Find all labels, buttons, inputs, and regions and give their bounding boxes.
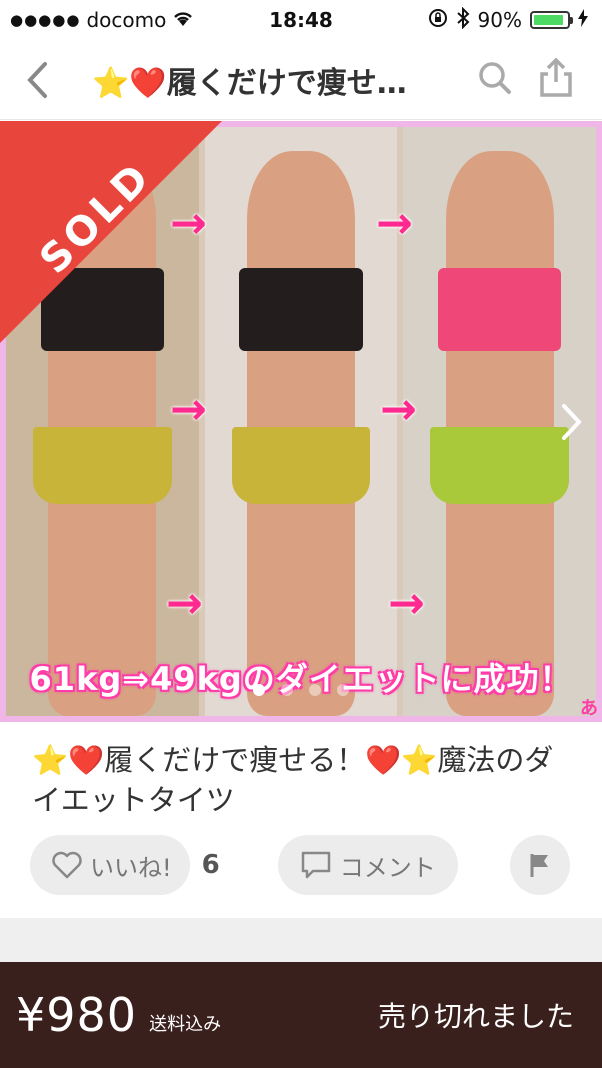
page-indicator[interactable] (0, 684, 602, 696)
nav-bar: ⭐❤️履くだけで痩せ… (0, 40, 602, 120)
share-button[interactable] (538, 57, 574, 102)
shipping-label: 送料込み (149, 1014, 222, 1035)
like-button[interactable]: いいね! (30, 835, 190, 895)
carrier-label: docomo (86, 8, 167, 32)
like-count: 6 (201, 850, 220, 880)
page-dot[interactable] (253, 684, 265, 696)
back-button[interactable] (0, 40, 74, 120)
watermark: あ (580, 698, 598, 719)
actions-row: いいね! 6 コメント (30, 834, 570, 896)
rotation-lock-icon (428, 8, 448, 33)
item-title: ⭐❤️履くだけで痩せる！❤️⭐魔法のダイエットタイツ (32, 743, 554, 817)
like-label: いいね! (90, 853, 172, 882)
product-photo[interactable]: → → → → → → 61kg⇒49kgのダイエットに成功！ SOLD あ (0, 121, 602, 722)
nav-title: ⭐❤️履くだけで痩せ… (92, 65, 407, 101)
status-left: ●●●●● docomo (10, 8, 194, 32)
bluetooth-icon (456, 6, 470, 34)
comment-button[interactable]: コメント (277, 835, 458, 895)
search-icon (479, 61, 511, 94)
page-dot[interactable] (281, 684, 293, 696)
page-dot[interactable] (309, 684, 321, 696)
comment-icon (301, 851, 330, 879)
next-photo-button[interactable] (552, 397, 592, 447)
sold-out-status: 売り切れました (377, 1000, 574, 1033)
arrow-icon: → (380, 384, 417, 435)
status-bar: ●●●●● docomo 18:48 90% (0, 0, 602, 40)
nav-actions (460, 57, 602, 102)
shorts-shape (430, 427, 570, 504)
bottom-price-bar: ¥980 送料込み 売り切れました (0, 962, 602, 1068)
charging-icon (578, 8, 588, 32)
report-button[interactable] (510, 835, 570, 895)
search-button[interactable] (478, 61, 512, 99)
arrow-icon: → (166, 578, 203, 629)
comment-label: コメント (339, 853, 436, 882)
battery-icon (530, 11, 573, 29)
shorts-shape (32, 427, 172, 504)
battery-percent: 90% (477, 8, 522, 32)
status-right: 90% (428, 6, 588, 34)
arrow-icon: → (376, 198, 413, 249)
wifi-icon (172, 8, 194, 32)
chevron-right-icon (562, 404, 582, 440)
price: ¥980 (16, 988, 138, 1042)
page-dot[interactable] (337, 684, 349, 696)
heart-icon (52, 851, 82, 879)
signal-icon: ●●●●● (10, 11, 81, 29)
top-shape (438, 268, 562, 351)
flag-icon (530, 854, 548, 877)
arrow-icon: → (170, 384, 207, 435)
battery-fill (534, 15, 563, 25)
top-shape (239, 268, 363, 351)
share-icon (540, 57, 572, 97)
chevron-left-icon (27, 61, 47, 98)
section-divider (0, 918, 602, 962)
shorts-shape (231, 427, 371, 504)
arrow-icon: → (388, 578, 425, 629)
photo-panel-middle (204, 127, 398, 716)
